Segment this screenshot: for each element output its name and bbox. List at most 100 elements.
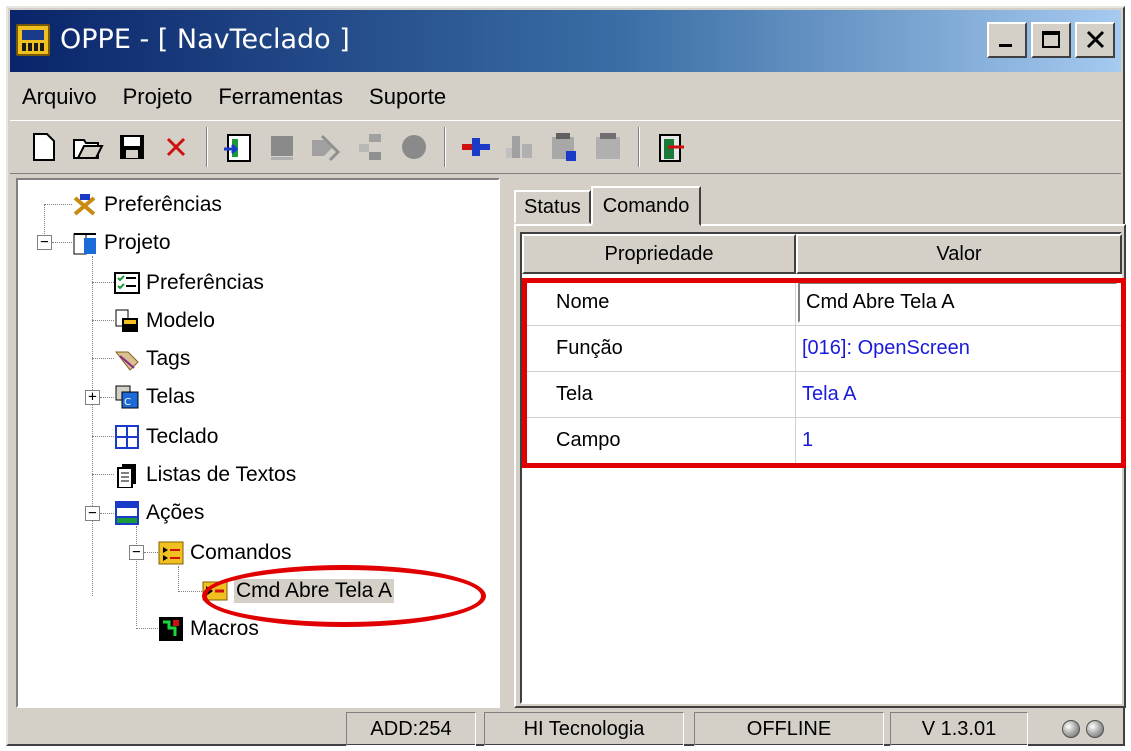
minimize-button[interactable]	[987, 22, 1027, 58]
window-title: OPPE - [ NavTeclado ]	[60, 24, 350, 55]
tree-connector	[136, 526, 137, 626]
menu-bar: Arquivo Projeto Ferramentas Suporte	[10, 76, 459, 118]
tree-connector	[92, 256, 93, 596]
transfer-icon	[506, 136, 532, 158]
module-button[interactable]	[588, 127, 628, 167]
tree-item-label: Preferências	[104, 193, 222, 216]
tree-item-teclado[interactable]: Teclado	[114, 420, 218, 454]
tree-connector	[44, 204, 72, 205]
menu-ferramentas[interactable]: Ferramentas	[205, 84, 356, 110]
tree-item-label: Modelo	[146, 309, 215, 332]
record-icon	[402, 135, 426, 159]
tree-item-tags[interactable]: Tags	[114, 342, 190, 376]
delete-button[interactable]	[156, 127, 196, 167]
tree-item-label: Cmd Abre Tela A	[234, 579, 395, 603]
status-address: ADD:254	[346, 712, 476, 746]
tree-item-label: Telas	[146, 385, 196, 408]
tree-connector	[136, 628, 158, 629]
expand-telas-toggle[interactable]: +	[85, 390, 100, 405]
tree-connector	[92, 358, 114, 359]
tree-item-label: Tags	[146, 347, 191, 370]
property-value[interactable]: [016]: OpenScreen	[796, 326, 1122, 371]
collapse-projeto-toggle[interactable]: −	[37, 235, 52, 250]
tab-comando[interactable]: Comando	[590, 186, 702, 226]
status-company: HI Tecnologia	[484, 712, 684, 746]
hardware-button[interactable]	[544, 127, 584, 167]
import-icon	[224, 134, 251, 162]
column-header-valor[interactable]: Valor	[796, 234, 1122, 274]
tree-item-label: Ações	[146, 501, 205, 524]
column-header-propriedade[interactable]: Propriedade	[522, 234, 796, 274]
status-connection: OFFLINE	[694, 712, 884, 746]
tree-button[interactable]	[350, 127, 390, 167]
tree-item-preferencias-root[interactable]: Preferências	[72, 188, 222, 222]
grid-header: Propriedade Valor	[522, 234, 1122, 274]
tree-item-telas[interactable]: C Telas	[114, 380, 195, 414]
tree-item-modelo[interactable]: Modelo	[114, 304, 215, 338]
menu-arquivo[interactable]: Arquivo	[10, 84, 110, 110]
record-button[interactable]	[394, 127, 434, 167]
minimize-icon	[999, 44, 1012, 47]
save-button[interactable]	[112, 127, 152, 167]
grid-row[interactable]: Tela Tela A	[522, 372, 1122, 418]
tools-icon	[72, 192, 98, 218]
menu-projeto[interactable]: Projeto	[110, 84, 206, 110]
tags-button[interactable]	[306, 127, 346, 167]
toolbar-separator	[206, 127, 208, 167]
tree-item-projeto[interactable]: Projeto	[72, 226, 171, 260]
tree-item-label: Comandos	[190, 541, 292, 564]
tree-connector	[92, 436, 114, 437]
property-value[interactable]: 1	[796, 418, 1122, 463]
delete-icon	[166, 137, 186, 157]
maximize-button[interactable]	[1031, 22, 1071, 58]
import-button[interactable]	[218, 127, 258, 167]
tree-icon	[359, 134, 381, 160]
tree-connector	[100, 397, 114, 398]
project-tree[interactable]: − + − − Preferências Projeto Preferência…	[16, 178, 500, 708]
connect-button[interactable]	[456, 127, 496, 167]
hardware-icon	[552, 133, 576, 161]
open-button[interactable]	[68, 127, 108, 167]
model-icon	[114, 308, 140, 334]
tab-strip: Status Comando	[514, 184, 702, 226]
tree-item-label: Preferências	[146, 271, 264, 294]
tree-item-preferencias[interactable]: Preferências	[114, 266, 264, 300]
property-value-input[interactable]: Cmd Abre Tela A	[798, 282, 1118, 323]
tree-connector	[92, 282, 114, 283]
connect-icon	[462, 138, 490, 156]
tree-item-label: Listas de Textos	[146, 463, 297, 486]
transfer-button[interactable]	[500, 127, 540, 167]
tree-connector	[92, 320, 114, 321]
tree-item-macros[interactable]: Macros	[158, 612, 259, 646]
grid-row[interactable]: Campo 1	[522, 418, 1122, 464]
app-icon[interactable]	[16, 24, 50, 56]
tags-icon	[312, 134, 341, 162]
property-value[interactable]: Tela A	[796, 372, 1122, 417]
tree-item-comandos[interactable]: Comandos	[158, 536, 292, 570]
new-file-icon	[33, 133, 55, 161]
property-name: Tela	[522, 372, 796, 417]
tab-status[interactable]: Status	[514, 190, 591, 224]
tree-item-cmd-abre-tela-a[interactable]: Cmd Abre Tela A	[202, 574, 395, 608]
grid-row[interactable]: Nome Cmd Abre Tela A	[522, 280, 1122, 326]
close-button[interactable]	[1075, 22, 1115, 58]
title-bar[interactable]: OPPE - [ NavTeclado ]	[10, 10, 1121, 72]
exit-button[interactable]	[650, 127, 690, 167]
block-button[interactable]	[262, 127, 302, 167]
tree-item-listas-de-textos[interactable]: Listas de Textos	[114, 458, 296, 492]
menu-suporte[interactable]: Suporte	[356, 84, 459, 110]
checklist-icon	[114, 270, 140, 296]
grid-row[interactable]: Função [016]: OpenScreen	[522, 326, 1122, 372]
tree-item-acoes[interactable]: Ações	[114, 496, 204, 530]
property-name: Função	[522, 326, 796, 371]
new-file-button[interactable]	[24, 127, 64, 167]
tree-connector	[92, 474, 114, 475]
exit-icon	[659, 134, 684, 162]
tags-icon	[114, 346, 140, 372]
collapse-acoes-toggle[interactable]: −	[85, 506, 100, 521]
command-icon	[202, 578, 228, 604]
properties-grid: Propriedade Valor Nome Cmd Abre Tela A F…	[520, 232, 1122, 704]
collapse-comandos-toggle[interactable]: −	[129, 545, 144, 560]
toolbar	[10, 120, 1121, 174]
tree-connector	[44, 204, 45, 234]
